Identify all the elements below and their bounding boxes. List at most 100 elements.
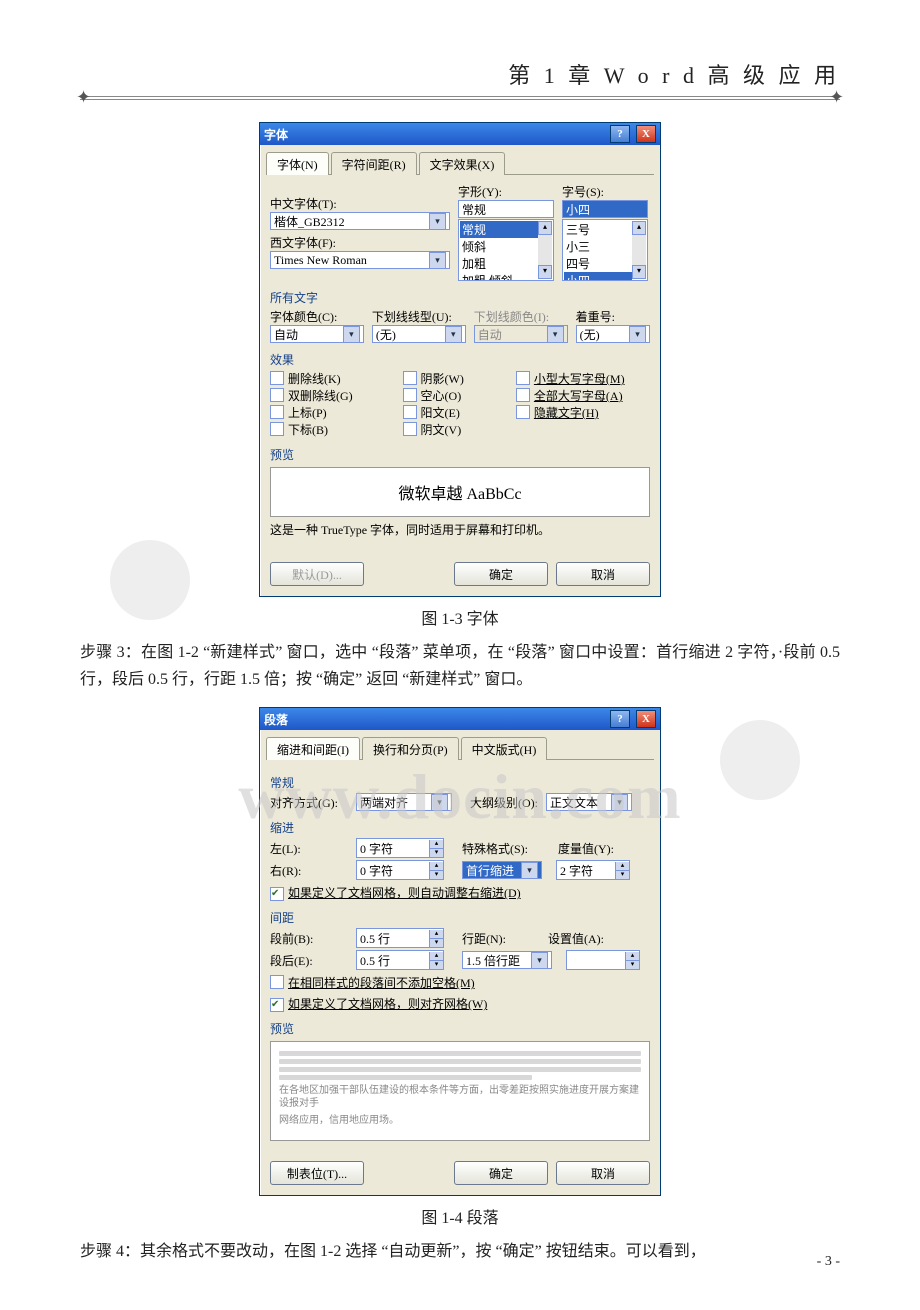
effect-checkbox[interactable]: 阳文(E): [403, 404, 508, 421]
general-heading: 常规: [270, 774, 650, 791]
dialog-title: 段落: [264, 711, 604, 728]
default-button[interactable]: 默认(D)...: [270, 562, 364, 586]
tabstrip: 字体(N) 字符间距(R) 文字效果(X): [266, 151, 654, 175]
effect-checkbox[interactable]: 删除线(K): [270, 370, 395, 387]
chevron-down-icon[interactable]: ▾: [611, 794, 628, 811]
chevron-down-icon[interactable]: ▾: [343, 326, 360, 343]
dialog-title: 字体: [264, 126, 604, 143]
western-font-combo[interactable]: Times New Roman▾: [270, 251, 450, 269]
chevron-down-icon[interactable]: ▾: [531, 952, 548, 969]
list-item[interactable]: 加粗: [460, 255, 538, 272]
step3-text: 步骤 3：在图 1-2 “新建样式” 窗口，选中 “段落” 菜单项，在 “段落”…: [80, 639, 840, 693]
line-spacing-combo[interactable]: 1.5 倍行距▾: [462, 951, 552, 969]
tab-line-page-breaks[interactable]: 换行和分页(P): [362, 737, 459, 760]
cancel-button[interactable]: 取消: [556, 562, 650, 586]
western-font-label: 西文字体(F):: [270, 234, 450, 251]
figure-caption: 图 1-4 段落: [80, 1204, 840, 1228]
right-label: 右(R):: [270, 862, 348, 879]
chevron-down-icon[interactable]: ▾: [431, 794, 448, 811]
figure-caption: 图 1-3 字体: [80, 605, 840, 629]
titlebar[interactable]: 字体 ? X: [260, 123, 660, 145]
effect-checkbox[interactable]: 全部大写字母(A): [516, 387, 650, 404]
chevron-down-icon[interactable]: ▾: [629, 326, 646, 343]
special-label: 特殊格式(S):: [462, 840, 528, 857]
tabstrip: 缩进和间距(I) 换行和分页(P) 中文版式(H): [266, 736, 654, 760]
indent-heading: 缩进: [270, 819, 650, 836]
preview-heading: 预览: [270, 1020, 650, 1037]
no-space-same-style-checkbox[interactable]: 在相同样式的段落间不添加空格(M): [270, 974, 650, 991]
line-spacing-label: 行距(N):: [462, 930, 506, 947]
list-item[interactable]: 常规: [460, 221, 538, 238]
emphasis-combo[interactable]: (无)▾: [576, 325, 650, 343]
chinese-font-label: 中文字体(T):: [270, 195, 450, 212]
effect-checkbox[interactable]: 空心(O): [403, 387, 508, 404]
list-item[interactable]: 三号: [564, 221, 632, 238]
font-style-list[interactable]: 常规 倾斜 加粗 加粗 倾斜 ▴▾: [458, 219, 554, 281]
at-label: 设置值(A):: [548, 930, 604, 947]
effect-checkbox[interactable]: 下标(B): [270, 421, 395, 438]
paragraph-dialog: 段落 ? X 缩进和间距(I) 换行和分页(P) 中文版式(H) 常规 对齐方式…: [259, 707, 661, 1196]
close-icon[interactable]: X: [636, 125, 656, 143]
list-item[interactable]: 倾斜: [460, 238, 538, 255]
alignment-combo[interactable]: 两端对齐▾: [356, 793, 452, 811]
chevron-down-icon[interactable]: ▾: [445, 326, 462, 343]
emphasis-label: 着重号:: [576, 308, 650, 325]
list-item[interactable]: 四号: [564, 255, 632, 272]
right-indent-stepper[interactable]: 0 字符▴▾: [356, 860, 444, 880]
after-stepper[interactable]: 0.5 行▴▾: [356, 950, 444, 970]
chinese-font-combo[interactable]: 楷体_GB2312▾: [270, 212, 450, 230]
help-icon[interactable]: ?: [610, 125, 630, 143]
effect-checkbox[interactable]: 小型大写字母(M): [516, 370, 650, 387]
auto-adjust-right-checkbox[interactable]: 如果定义了文档网格，则自动调整右缩进(D): [270, 884, 650, 901]
font-size-input[interactable]: 小四: [562, 200, 648, 218]
list-item[interactable]: 小三: [564, 238, 632, 255]
tab-asian[interactable]: 中文版式(H): [461, 737, 548, 760]
chevron-down-icon[interactable]: ▾: [429, 213, 446, 230]
chevron-down-icon[interactable]: ▾: [429, 252, 446, 269]
font-preview: 微软卓越 AaBbCc: [270, 467, 650, 517]
effect-checkbox[interactable]: 双删除线(G): [270, 387, 395, 404]
underline-color-combo: 自动▾: [474, 325, 568, 343]
underline-style-label: 下划线线型(U):: [372, 308, 466, 325]
preview-heading: 预览: [270, 446, 650, 463]
font-style-label: 字形(Y):: [458, 183, 554, 200]
list-item[interactable]: 加粗 倾斜: [460, 272, 538, 281]
at-stepper[interactable]: ▴▾: [566, 950, 640, 970]
underline-style-combo[interactable]: (无)▾: [372, 325, 466, 343]
tab-text-effects[interactable]: 文字效果(X): [419, 152, 506, 175]
left-label: 左(L):: [270, 840, 348, 857]
by-stepper[interactable]: 2 字符▴▾: [556, 860, 630, 880]
step4-text: 步骤 4：其余格式不要改动，在图 1-2 选择 “自动更新”，按 “确定” 按钮…: [80, 1238, 840, 1265]
titlebar[interactable]: 段落 ? X: [260, 708, 660, 730]
outline-combo[interactable]: 正文文本▾: [546, 793, 632, 811]
tab-indents-spacing[interactable]: 缩进和间距(I): [266, 737, 360, 760]
effect-checkbox[interactable]: 上标(P): [270, 404, 395, 421]
before-stepper[interactable]: 0.5 行▴▾: [356, 928, 444, 948]
effect-checkbox[interactable]: 阴影(W): [403, 370, 508, 387]
cancel-button[interactable]: 取消: [556, 1161, 650, 1185]
left-indent-stepper[interactable]: 0 字符▴▾: [356, 838, 444, 858]
tab-font[interactable]: 字体(N): [266, 152, 329, 175]
all-text-heading: 所有文字: [270, 289, 650, 306]
align-grid-checkbox[interactable]: 如果定义了文档网格，则对齐网格(W): [270, 995, 650, 1012]
chevron-down-icon: ▾: [547, 326, 564, 343]
close-icon[interactable]: X: [636, 710, 656, 728]
font-size-list[interactable]: 三号 小三 四号 小四 五号 ▴▾: [562, 219, 648, 281]
tab-char-spacing[interactable]: 字符间距(R): [331, 152, 417, 175]
effect-checkbox[interactable]: 阴文(V): [403, 421, 508, 438]
chevron-down-icon[interactable]: ▾: [521, 862, 538, 879]
font-color-label: 字体颜色(C):: [270, 308, 364, 325]
special-combo[interactable]: 首行缩进▾: [462, 861, 542, 879]
tabs-button[interactable]: 制表位(T)...: [270, 1161, 364, 1185]
truetype-hint: 这是一种 TrueType 字体，同时适用于屏幕和打印机。: [270, 521, 650, 538]
ok-button[interactable]: 确定: [454, 1161, 548, 1185]
spacing-heading: 间距: [270, 909, 650, 926]
list-item[interactable]: 小四: [564, 272, 632, 281]
font-style-input[interactable]: 常规: [458, 200, 554, 218]
effect-checkbox[interactable]: 隐藏文字(H): [516, 404, 650, 421]
help-icon[interactable]: ?: [610, 710, 630, 728]
ok-button[interactable]: 确定: [454, 562, 548, 586]
page-number: - 3 -: [817, 1254, 840, 1270]
font-color-combo[interactable]: 自动▾: [270, 325, 364, 343]
divider: ✦ ✦: [80, 96, 840, 100]
